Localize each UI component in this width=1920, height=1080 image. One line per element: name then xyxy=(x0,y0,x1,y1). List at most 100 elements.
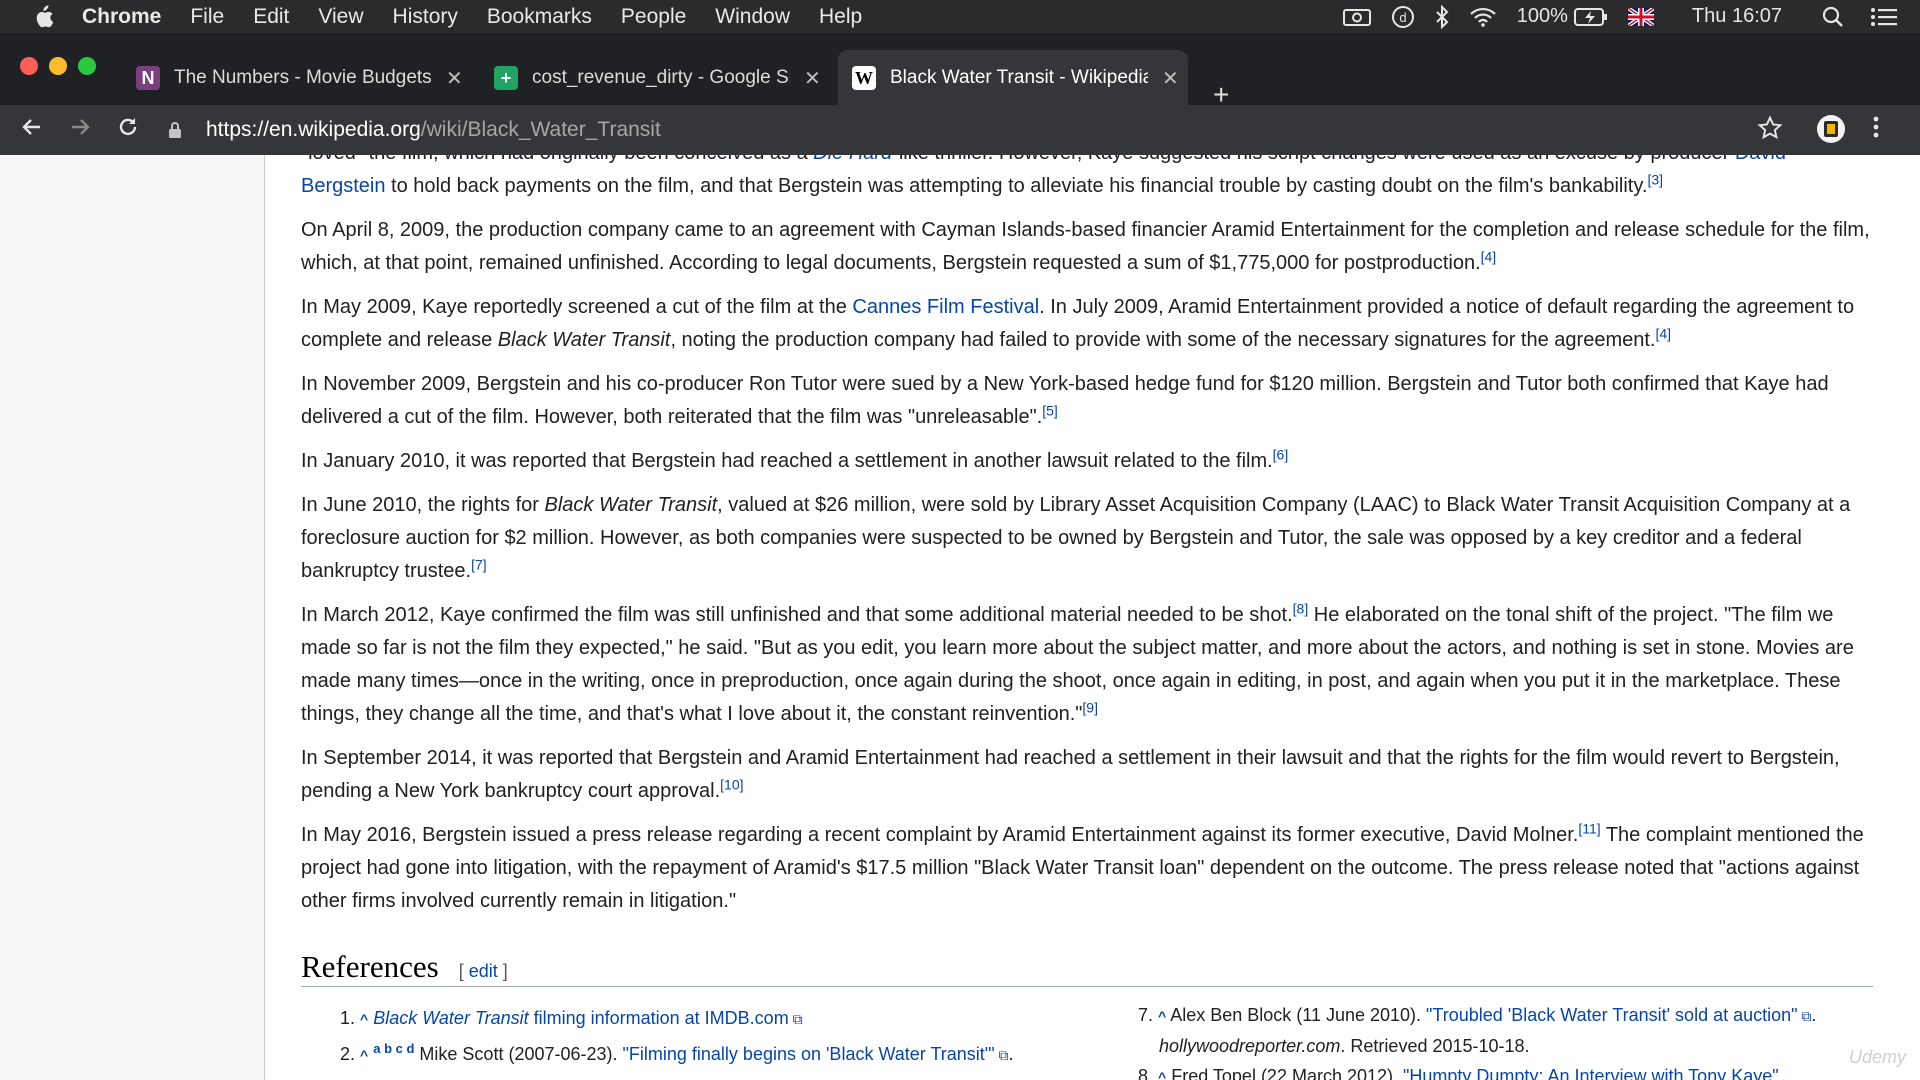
ref-link[interactable]: filming information at IMDB.com xyxy=(529,1008,789,1028)
backlink-letters[interactable]: a b c d xyxy=(373,1041,414,1056)
tab-wikipedia[interactable]: W Black Water Transit - Wikipedia ✕ xyxy=(838,50,1188,106)
backlink-caret[interactable]: ^ xyxy=(1158,1008,1166,1024)
citation-10[interactable]: [10] xyxy=(720,776,743,792)
macos-menubar: Chrome File Edit View History Bookmarks … xyxy=(0,0,1920,33)
citation-9[interactable]: [9] xyxy=(1082,699,1098,715)
reference-item: 2. ^ a b c d Mike Scott (2007-06-23). "F… xyxy=(340,1034,1100,1070)
link-die-hard[interactable]: Die Hard xyxy=(813,155,892,164)
search-icon[interactable] xyxy=(1822,6,1844,28)
ref-number: 8. xyxy=(1138,1066,1154,1080)
text: In November 2009, Bergstein and his co-p… xyxy=(301,373,1829,428)
tab-the-numbers[interactable]: N The Numbers - Movie Budgets ✕ xyxy=(130,50,470,106)
clock[interactable]: Thu 16:07 xyxy=(1692,5,1782,28)
bracket: [ xyxy=(458,961,469,981)
camera-icon[interactable] xyxy=(1342,7,1371,27)
wifi-icon[interactable] xyxy=(1469,6,1497,28)
ref-text: Fred Topel (22 March 2012). xyxy=(1166,1066,1404,1080)
close-icon[interactable]: ✕ xyxy=(804,66,821,91)
tab-google-sheets[interactable]: + cost_revenue_dirty - Google Sheets ✕ xyxy=(488,50,828,106)
more-icon[interactable] xyxy=(1872,115,1880,146)
menu-bookmarks[interactable]: Bookmarks xyxy=(487,5,592,29)
text: On April 8, 2009, the production company… xyxy=(301,219,1870,274)
section-title: References xyxy=(301,949,439,984)
reference-item-continued: hollywoodreporter.com. Retrieved 2015-10… xyxy=(1138,1031,1898,1061)
zoom-window-button[interactable] xyxy=(78,57,96,75)
address-bar[interactable]: https://en.wikipedia.org/wiki/Black_Wate… xyxy=(168,111,1776,149)
backlink-caret[interactable]: ^ xyxy=(360,1011,368,1027)
ref-link[interactable]: "Filming finally begins on 'Black Water … xyxy=(623,1044,995,1064)
menu-people[interactable]: People xyxy=(621,5,686,29)
citation-7[interactable]: [7] xyxy=(471,556,487,572)
text: , noting the production company had fail… xyxy=(670,329,1656,351)
battery-percent: 100% xyxy=(1516,5,1568,27)
ref-link-title[interactable]: Black Water Transit xyxy=(373,1008,528,1028)
citation-11[interactable]: [11] xyxy=(1578,820,1600,836)
menu-file[interactable]: File xyxy=(190,5,224,29)
backlink-caret[interactable]: ^ xyxy=(1158,1069,1166,1080)
apple-icon[interactable] xyxy=(30,4,56,30)
star-icon[interactable] xyxy=(1757,115,1783,148)
favicon-the-numbers: N xyxy=(136,66,160,90)
citation-8[interactable]: [8] xyxy=(1293,600,1309,616)
status-area: d 100% Thu 16:07 xyxy=(1323,0,1920,33)
film-title: Black Water Transit xyxy=(544,494,718,516)
menu-chrome[interactable]: Chrome xyxy=(82,5,161,29)
close-icon[interactable]: ✕ xyxy=(446,66,463,91)
url-path: /wiki/Black_Water_Transit xyxy=(420,118,661,141)
link-cannes-film-festival[interactable]: Cannes Film Festival xyxy=(852,296,1039,318)
citation-3[interactable]: [3] xyxy=(1647,171,1663,187)
forward-icon[interactable] xyxy=(68,115,92,145)
menu-window[interactable]: Window xyxy=(715,5,790,29)
backlink-caret[interactable]: ^ xyxy=(360,1047,368,1063)
paragraph: In June 2010, the rights for Black Water… xyxy=(301,489,1873,588)
text: In January 2010, it was reported that Be… xyxy=(301,450,1273,472)
minimize-window-button[interactable] xyxy=(49,57,67,75)
paragraph: In November 2009, Bergstein and his co-p… xyxy=(301,368,1873,434)
tab-strip: N The Numbers - Movie Budgets ✕ + cost_r… xyxy=(0,33,1920,109)
bluetooth-icon[interactable] xyxy=(1435,4,1449,29)
lock-icon[interactable] xyxy=(168,121,188,139)
external-link-icon: ⧉ xyxy=(1797,1008,1812,1024)
edit-link[interactable]: edit xyxy=(469,961,498,981)
ref-punct: . xyxy=(1008,1044,1014,1064)
reference-list-left: 1. ^ Black Water Transit filming informa… xyxy=(340,1003,1100,1070)
menu-view[interactable]: View xyxy=(318,5,363,29)
flag-icon[interactable] xyxy=(1627,7,1654,26)
sidebar xyxy=(0,155,265,1080)
external-link-icon: ⧉ xyxy=(994,1047,1009,1063)
page-content: "loved" the film, which had originally b… xyxy=(0,155,1920,1080)
extension-icon[interactable] xyxy=(1815,113,1847,152)
back-icon[interactable] xyxy=(20,115,44,145)
tab-title: The Numbers - Movie Budgets xyxy=(174,67,432,88)
reference-item: 7. ^ Alex Ben Block (11 June 2010). "Tro… xyxy=(1138,1000,1898,1031)
browser-toolbar: https://en.wikipedia.org/wiki/Black_Wate… xyxy=(0,105,1920,155)
citation-4[interactable]: [4] xyxy=(1655,325,1671,341)
menu-help[interactable]: Help xyxy=(819,5,862,29)
citation-6[interactable]: [6] xyxy=(1273,446,1289,462)
text: In March 2012, Kaye confirmed the film w… xyxy=(301,604,1293,626)
citation-5[interactable]: [5] xyxy=(1042,402,1058,418)
ref-punct: . xyxy=(1811,1005,1817,1025)
svg-text:d: d xyxy=(1399,10,1406,25)
menu-edit[interactable]: Edit xyxy=(253,5,289,29)
ref-link[interactable]: "Humpty Dumpty: An Interview with Tony K… xyxy=(1403,1066,1779,1080)
paragraph: In May 2016, Bergstein issued a press re… xyxy=(301,819,1873,918)
text: -like thriller. However, Kaye suggested … xyxy=(892,155,1735,164)
close-icon[interactable]: ✕ xyxy=(1162,66,1179,91)
reload-icon[interactable] xyxy=(116,115,140,145)
menu-history[interactable]: History xyxy=(393,5,458,29)
citation-4[interactable]: [4] xyxy=(1481,248,1497,264)
ref-publisher: hollywoodreporter.com xyxy=(1159,1036,1341,1056)
list-icon[interactable] xyxy=(1870,7,1898,27)
text: to hold back payments on the film, and t… xyxy=(385,175,1648,197)
ref-retrieved: . Retrieved 2015-10-18. xyxy=(1340,1036,1530,1056)
battery-icon[interactable] xyxy=(1573,7,1608,27)
favicon-sheets: + xyxy=(494,66,518,90)
reference-item: 1. ^ Black Water Transit filming informa… xyxy=(340,1003,1100,1034)
paragraph: On April 8, 2009, the production company… xyxy=(301,214,1873,280)
text: In May 2009, Kaye reportedly screened a … xyxy=(301,296,853,318)
text: In September 2014, it was reported that … xyxy=(301,747,1840,802)
close-window-button[interactable] xyxy=(20,57,38,75)
dictation-icon[interactable]: d xyxy=(1391,5,1415,29)
ref-link[interactable]: "Troubled 'Black Water Transit' sold at … xyxy=(1426,1005,1797,1025)
